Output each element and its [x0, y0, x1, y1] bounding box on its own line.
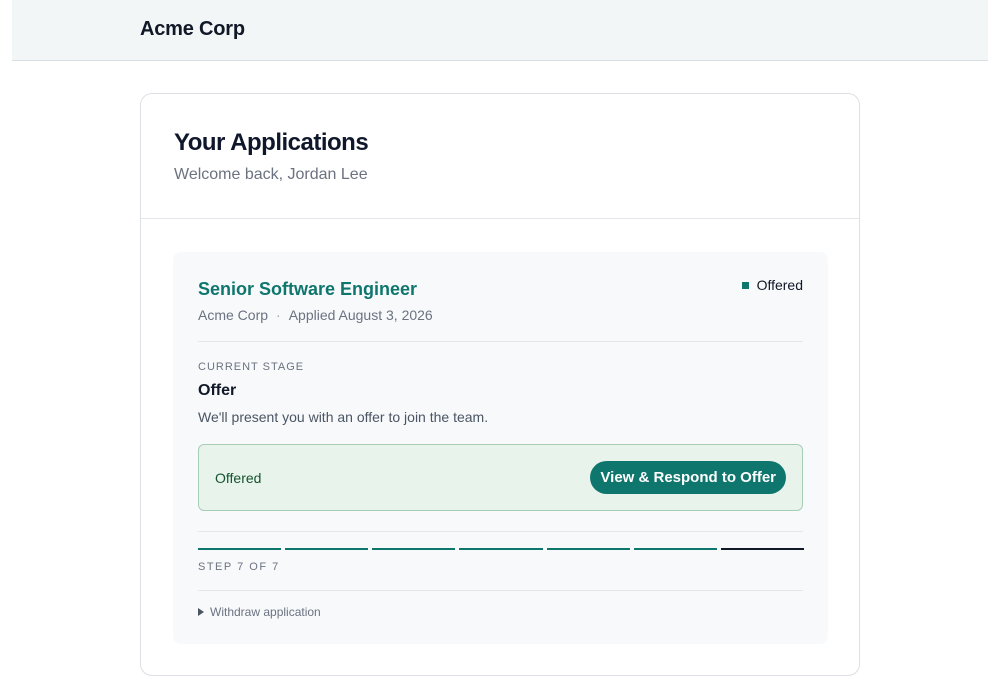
progress-segment	[459, 548, 543, 550]
progress-segment	[546, 548, 630, 550]
withdraw-application-toggle[interactable]: Withdraw application	[198, 605, 321, 619]
current-stage-label: CURRENT STAGE	[198, 361, 305, 373]
page-title: Your Applications	[174, 129, 369, 156]
job-title-link[interactable]: Senior Software Engineer	[198, 279, 417, 300]
progress-segment	[720, 548, 804, 550]
top-header: Acme Corp	[12, 0, 988, 61]
stage-name: Offer	[198, 382, 237, 399]
status-badge: Offered	[741, 277, 803, 293]
progress-segment	[372, 548, 456, 550]
caret-right-icon	[198, 608, 204, 616]
applied-date: Applied August 3, 2026	[288, 307, 433, 323]
progress-segment	[633, 548, 717, 550]
progress-segment	[285, 548, 369, 550]
stage-description: We'll present you with an offer to join …	[198, 409, 489, 425]
applications-panel: Your Applications Welcome back, Jordan L…	[140, 93, 860, 676]
view-respond-offer-button[interactable]: View & Respond to Offer	[590, 461, 786, 494]
brand-logo-text[interactable]: Acme Corp	[140, 18, 245, 41]
withdraw-label: Withdraw application	[210, 605, 321, 619]
application-meta: Acme Corp · Applied August 3, 2026	[198, 307, 433, 323]
divider	[198, 341, 803, 342]
application-card: Senior Software Engineer Offered Acme Co…	[173, 252, 828, 644]
offer-box: Offered View & Respond to Offer	[198, 444, 803, 511]
progress-segment	[198, 548, 282, 550]
stage-progress-bar	[198, 548, 804, 550]
welcome-message: Welcome back, Jordan Lee	[174, 166, 368, 183]
step-counter: STEP 7 OF 7	[198, 561, 280, 573]
company-name: Acme Corp	[198, 307, 269, 323]
divider	[198, 531, 803, 532]
meta-separator: ·	[276, 307, 281, 323]
offer-status-text: Offered	[215, 470, 262, 486]
status-text: Offered	[756, 277, 803, 293]
status-dot-icon	[741, 281, 749, 289]
panel-header: Your Applications Welcome back, Jordan L…	[141, 94, 859, 219]
divider	[198, 590, 803, 591]
